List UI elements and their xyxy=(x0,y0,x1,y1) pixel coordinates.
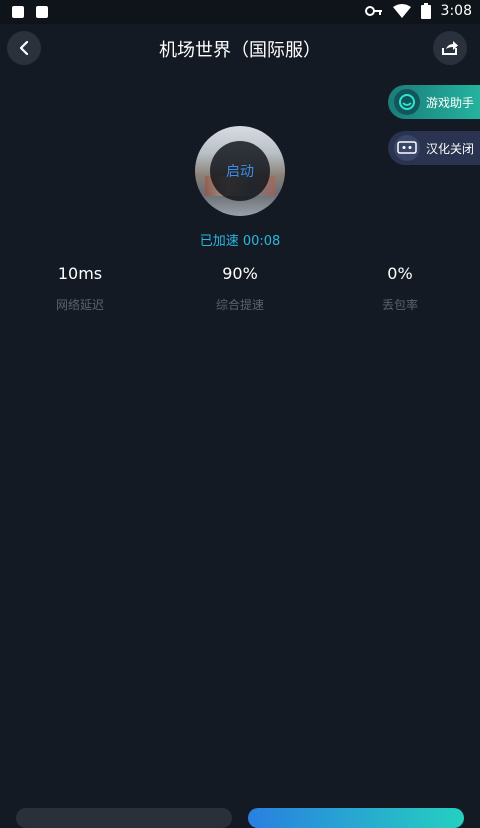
stat-value: 0% xyxy=(387,264,413,283)
start-label: 启动 xyxy=(226,164,254,180)
stat-packet-loss: 0% 丢包率 xyxy=(320,264,480,313)
translate-label: 汉化关闭 xyxy=(426,141,475,156)
assistant-icon xyxy=(394,89,420,115)
translation-toggle-button[interactable]: 汉化关闭 xyxy=(388,131,480,165)
stat-value: 10ms xyxy=(57,264,103,283)
game-start-button[interactable]: 启动 xyxy=(195,126,285,216)
notification-icon xyxy=(12,6,24,18)
header: 机场世界（国际服） xyxy=(0,24,480,72)
stat-label: 丢包率 xyxy=(381,298,418,312)
stat-speedup: 90% 综合提速 xyxy=(160,264,320,313)
stat-value: 90% xyxy=(222,264,258,283)
status-bar: 3:08 xyxy=(0,0,480,24)
clock: 3:08 xyxy=(440,3,472,19)
assistant-label: 游戏助手 xyxy=(426,95,475,110)
notification-icon xyxy=(36,6,48,18)
notification-icons xyxy=(12,6,48,18)
wifi-icon xyxy=(392,4,411,18)
start-overlay: 启动 xyxy=(210,141,270,201)
vpn-key-icon xyxy=(364,6,382,16)
share-icon xyxy=(442,41,458,55)
game-assistant-button[interactable]: 游戏助手 xyxy=(388,85,480,119)
battery-icon xyxy=(420,3,431,19)
stat-label: 综合提速 xyxy=(215,298,264,312)
bottom-left-button[interactable] xyxy=(16,808,232,828)
stats-row: 10ms 网络延迟 90% 综合提速 0% 丢包率 xyxy=(0,264,480,313)
share-button[interactable] xyxy=(433,31,467,65)
bottom-right-button[interactable] xyxy=(248,808,464,828)
stat-latency: 10ms 网络延迟 xyxy=(0,264,160,313)
acceleration-status: 已加速 00:08 xyxy=(199,234,281,249)
stat-label: 网络延迟 xyxy=(55,298,104,312)
translate-icon xyxy=(394,135,420,161)
page-title: 机场世界（国际服） xyxy=(159,40,321,61)
